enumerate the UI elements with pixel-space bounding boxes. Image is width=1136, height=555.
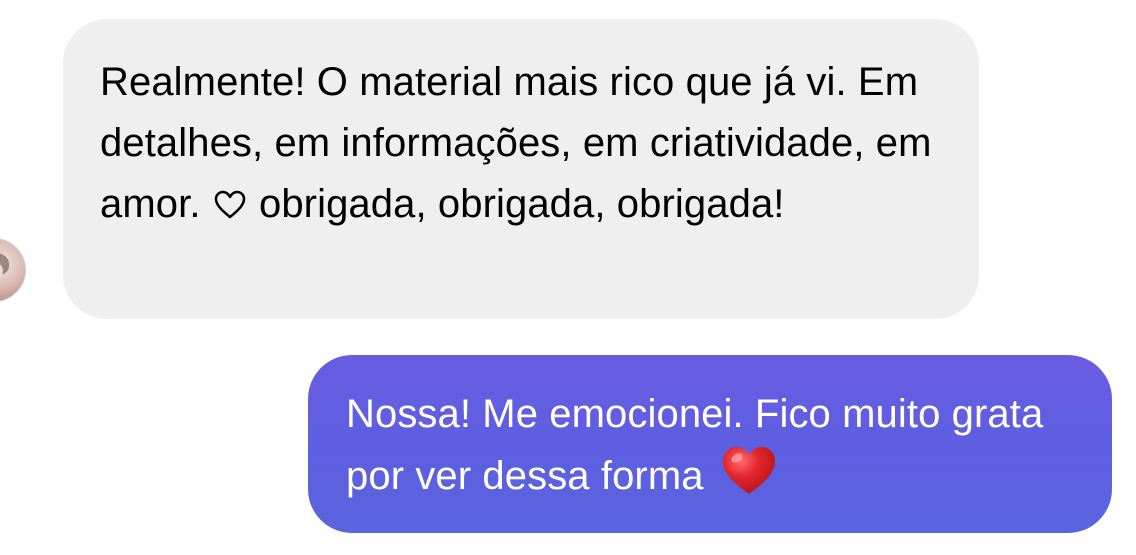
sent-message-text: Nossa! Me emocionei. Fico muito grata po… <box>346 392 1044 498</box>
heart-outline-icon <box>214 177 246 238</box>
sent-message-bubble[interactable]: Nossa! Me emocionei. Fico muito grata po… <box>308 355 1112 533</box>
sender-avatar[interactable] <box>0 238 26 302</box>
received-message-bubble[interactable]: Realmente! O material mais rico que já v… <box>63 19 979 319</box>
red-heart-icon <box>721 445 777 515</box>
received-message-text-end: obrigada, obrigada, obrigada! <box>258 182 785 226</box>
